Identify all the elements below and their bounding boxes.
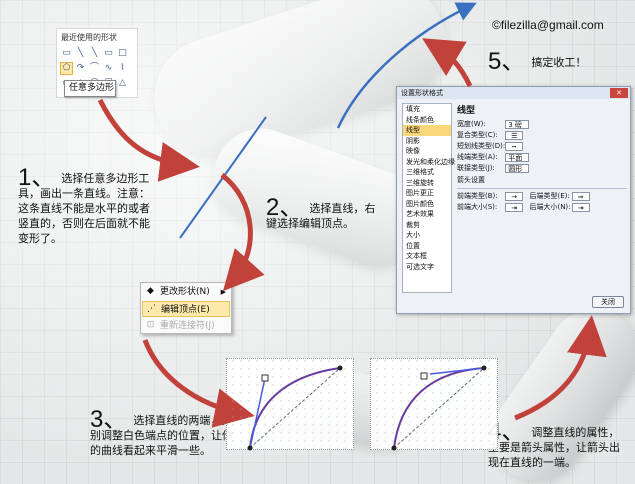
nav-item-position[interactable]: 位置 <box>403 241 451 252</box>
nav-item-3d-rotation[interactable]: 三维旋转 <box>403 178 451 189</box>
end-type-dropdown[interactable]: ⇒ <box>571 191 590 201</box>
nav-item-glow[interactable]: 发光和柔化边缘 <box>403 157 455 168</box>
author-email: ©filezilla@gmail.com <box>492 18 604 32</box>
shape-line[interactable]: ╲ <box>75 48 86 59</box>
nav-item-3d-format[interactable]: 三维格式 <box>403 167 451 178</box>
format-shape-dialog: 设置形状格式 ✕ 填充 线条颜色 线型 阴影 映像 发光和柔化边缘 三维格式 三… <box>396 86 631 314</box>
panel-heading: 线型 <box>457 106 476 116</box>
step-5-number: 5、 <box>488 48 526 75</box>
menu-item-label: 重新连接符(J) <box>160 321 215 331</box>
palette-title: 最近使用的形状 <box>61 33 117 42</box>
compound-type-dropdown[interactable]: ☰ <box>505 130 524 140</box>
dash-type-label: 短划线类型(D): <box>457 142 506 150</box>
freeform-tooltip: 任意多边形 <box>64 80 116 97</box>
dialog-close-button[interactable]: 关闭 <box>592 296 624 308</box>
context-menu: ◆ 更改形状(N) ▶ ⋰ 编辑顶点(E) ⊡ 重新连接符(J) <box>140 282 232 334</box>
menu-item-reroute[interactable]: ⊡ 重新连接符(J) <box>142 318 230 334</box>
nav-item-line-style[interactable]: 线型 <box>403 125 451 136</box>
shape-rectangle[interactable]: ▭ <box>103 48 114 59</box>
shape-triangle-2[interactable]: △ <box>117 78 128 89</box>
end-size-label: 后端大小(N): <box>529 203 571 211</box>
menu-item-edit-points[interactable]: ⋰ 编辑顶点(E) <box>142 301 230 317</box>
shape-curve-arrow[interactable]: ↷ <box>75 63 86 74</box>
step-1: 1、 选择任意多边形工具，画出一条直线。注意：这条直线不能是水平的或者竖直的，否则… <box>18 166 158 246</box>
curve-edit-panel-left <box>226 358 354 450</box>
end-size-dropdown[interactable]: ⇥ <box>571 202 590 212</box>
nav-item-fill[interactable]: 填充 <box>403 104 451 115</box>
dash-type-dropdown[interactable]: ┅ <box>505 141 524 151</box>
nav-item-text-box[interactable]: 文本框 <box>403 251 451 262</box>
shape-wave[interactable]: ∿ <box>103 63 114 74</box>
nav-item-size[interactable]: 大小 <box>403 230 451 241</box>
line-style-panel: 线型 宽度(W): 3 磅 复合类型(C): ☰ 短划线类型(D): ┅ 线端类… <box>457 103 627 293</box>
nav-item-alt-text[interactable]: 可选文字 <box>403 262 451 273</box>
shape-freeform[interactable]: ⬠ <box>60 62 73 75</box>
arrow-settings-heading: 箭头设置 <box>457 176 485 184</box>
shape-arrow-line[interactable]: ╲ <box>89 48 100 59</box>
step-5-text: 搞定收工！ <box>531 56 587 69</box>
shapes-row-2: ⬠ ↷ ⌒ ∿ ⌇ <box>57 61 137 76</box>
join-type-select[interactable]: 圆形 <box>505 163 530 173</box>
cap-type-select[interactable]: 平面 <box>505 152 530 162</box>
cap-type-label: 线端类型(A): <box>457 153 498 161</box>
dialog-nav: 填充 线条颜色 线型 阴影 映像 发光和柔化边缘 三维格式 三维旋转 图片更正 … <box>402 103 455 293</box>
step-5: 5、 搞定收工！ <box>488 50 608 74</box>
width-label: 宽度(W): <box>457 120 486 128</box>
begin-type-dropdown[interactable]: → <box>505 191 524 201</box>
shape-square[interactable]: □ <box>117 48 128 59</box>
edit-points-icon: ⋰ <box>147 304 156 314</box>
nav-item-picture-color[interactable]: 图片颜色 <box>403 199 451 210</box>
nav-item-crop[interactable]: 裁剪 <box>403 220 451 231</box>
join-type-label: 联接类型(J): <box>457 164 495 172</box>
end-type-label: 后端类型(E): <box>529 192 570 200</box>
nav-item-picture-corrections[interactable]: 图片更正 <box>403 188 451 199</box>
curve-edit-panel-right <box>370 358 498 450</box>
begin-size-dropdown[interactable]: ⇥ <box>505 202 524 212</box>
nav-item-shadow[interactable]: 阴影 <box>403 136 451 147</box>
change-shape-icon: ◆ <box>147 286 154 296</box>
begin-type-label: 前端类型(B): <box>457 192 498 200</box>
menu-item-label: 更改形状(N) <box>160 287 210 297</box>
nav-item-artistic-effects[interactable]: 艺术效果 <box>403 209 451 220</box>
shape-scribble[interactable]: ⌇ <box>117 63 128 74</box>
menu-item-change-shape[interactable]: ◆ 更改形状(N) ▶ <box>142 284 230 300</box>
reroute-icon: ⊡ <box>146 320 155 330</box>
step-4: 4、 调整直线的属性，主要是箭头属性，让箭头出现在直线的一端。 <box>488 420 623 470</box>
menu-item-label: 编辑顶点(E) <box>161 305 210 315</box>
shape-arc[interactable]: ⌒ <box>89 63 100 74</box>
width-input[interactable]: 3 磅 <box>505 119 530 129</box>
step-2: 2、 选择直线，右键选择编辑顶点。 <box>266 196 376 231</box>
begin-size-label: 前端大小(S): <box>457 203 498 211</box>
nav-item-reflection[interactable]: 映像 <box>403 146 451 157</box>
compound-type-label: 复合类型(C): <box>457 131 498 139</box>
shape-textbox[interactable]: ▭ <box>61 48 72 59</box>
step-3: 3、 选择直线的两端，分别调整白色端点的位置，让你的曲线看起来平滑一些。 <box>90 408 240 458</box>
dialog-close-icon[interactable]: ✕ <box>610 88 628 98</box>
dialog-titlebar: 设置形状格式 <box>397 87 630 99</box>
submenu-arrow-icon: ▶ <box>220 288 226 296</box>
shapes-row-1: ▭ ╲ ╲ ▭ □ <box>57 46 137 61</box>
nav-item-line-color[interactable]: 线条颜色 <box>403 115 451 126</box>
